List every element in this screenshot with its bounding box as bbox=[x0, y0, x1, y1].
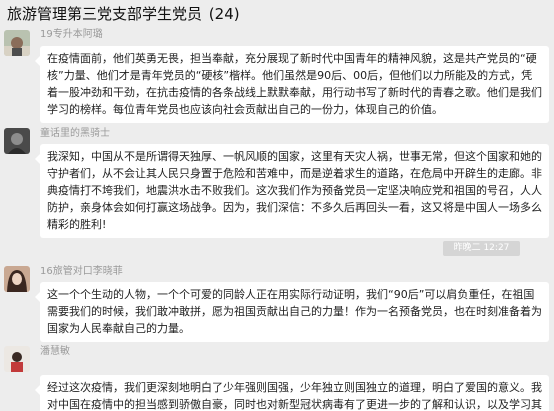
group-title: 旅游管理第三党支部学生党员 bbox=[7, 5, 203, 23]
sender-name: 16旅管对口李晓菲 bbox=[40, 266, 123, 277]
sender-name: 童话里的黑骑士 bbox=[40, 128, 110, 139]
message-bubble[interactable]: 这一个个生动的人物，一个个可爱的同龄人正在用实际行动证明，我们“90后”可以肩负… bbox=[35, 282, 549, 342]
message-bubble[interactable]: 经过这次疫情，我们更深刻地明白了少年强则国强，少年独立则国独立的道理，明白了爱国… bbox=[35, 375, 549, 411]
avatar[interactable] bbox=[4, 128, 30, 154]
member-count: (24) bbox=[208, 5, 240, 23]
message-bubble[interactable]: 在疫情面前，他们英勇无畏，担当奉献，充分展现了新时代中国青年的精神风貌，这是共产… bbox=[35, 46, 549, 123]
avatar[interactable] bbox=[4, 346, 30, 372]
chat-header: 旅游管理第三党支部学生党员 (24) bbox=[0, 0, 554, 26]
avatar[interactable] bbox=[4, 266, 30, 292]
sender-name: 潘慧敏 bbox=[40, 346, 70, 357]
message-bubble[interactable]: 我深知，中国从不是所谓得天独厚、一帆风顺的国家，这里有天灾人祸，世事无常，但这个… bbox=[35, 144, 549, 238]
sender-name: 19专升本阿璐 bbox=[40, 29, 103, 40]
message-list[interactable]: 19专升本阿璐 在疫情面前，他们英勇无畏，担当奉献，充分展现了新时代中国青年的精… bbox=[0, 26, 554, 411]
avatar[interactable] bbox=[4, 30, 30, 56]
timestamp-badge: 昨晚二 12:27 bbox=[443, 241, 520, 256]
